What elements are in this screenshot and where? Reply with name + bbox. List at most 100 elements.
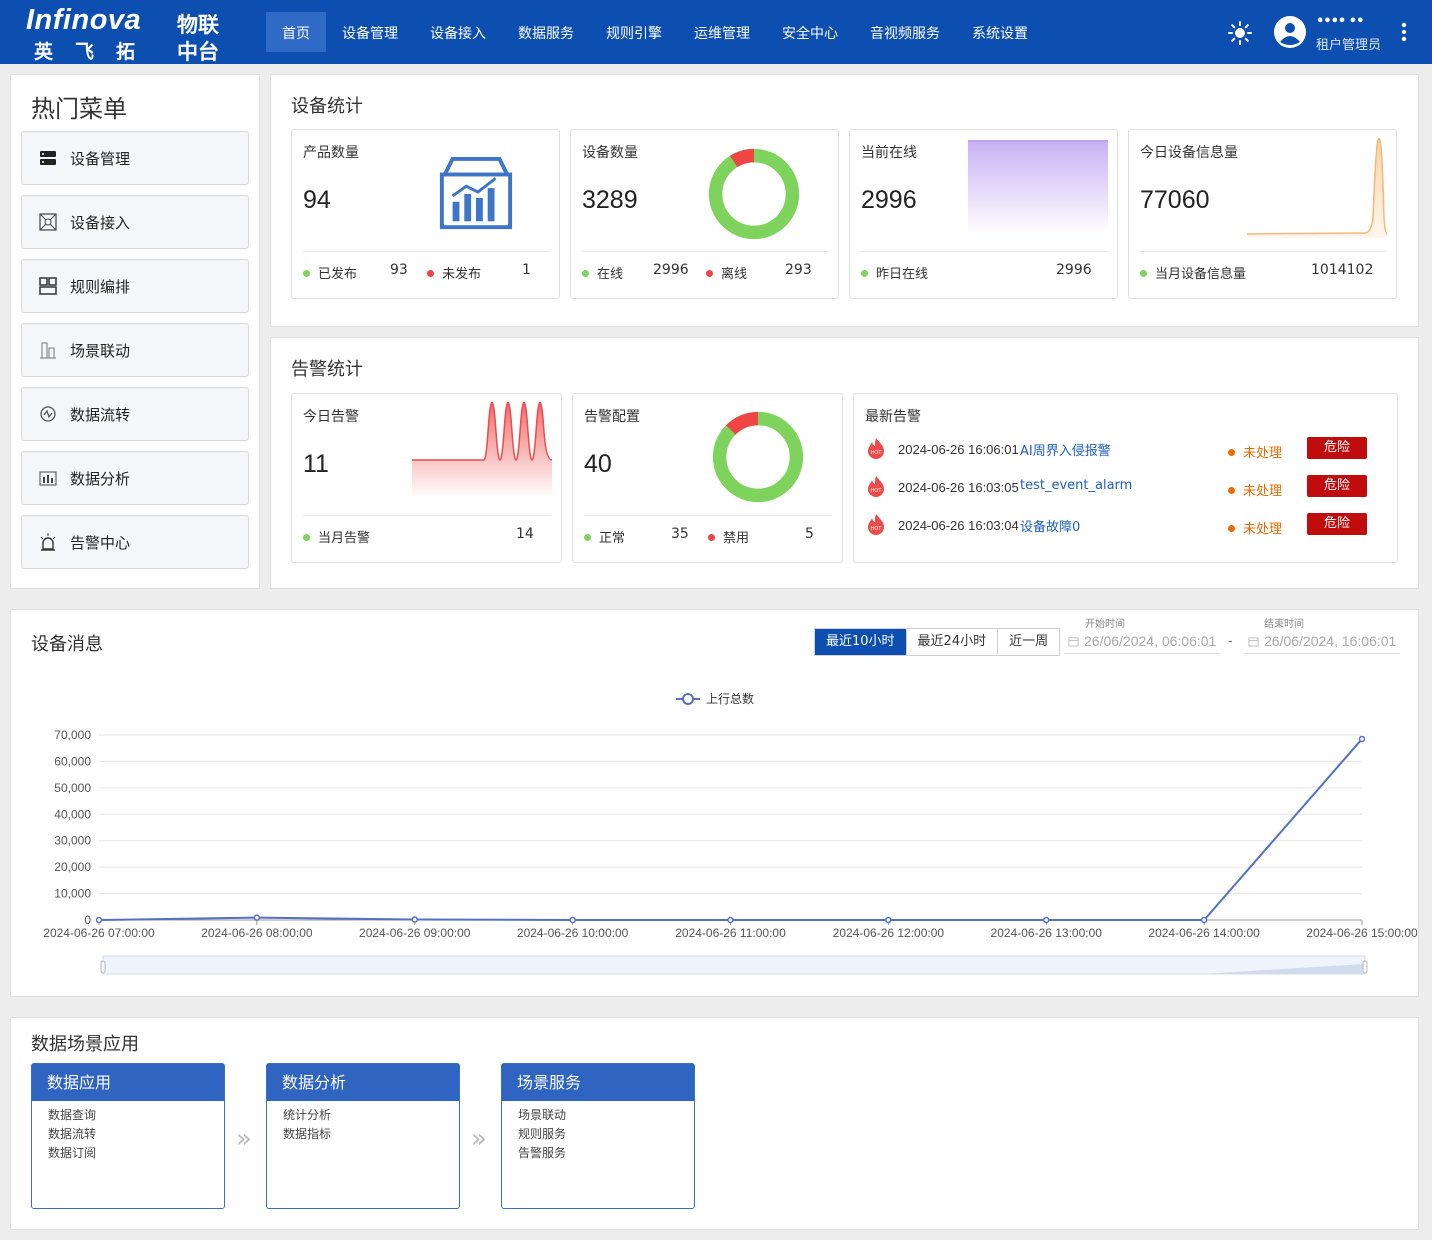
- hot-menu-device-management[interactable]: 设备管理: [21, 131, 249, 185]
- hot-menu-label: 设备接入: [70, 213, 131, 232]
- logo-english: Infinova: [26, 4, 142, 36]
- hot-menu-rule-orchestration[interactable]: 规则编排: [21, 259, 249, 313]
- series-line: [98, 738, 1363, 921]
- alarm-level-badge: 危险: [1307, 475, 1367, 497]
- alarm-row[interactable]: HOT 2024-06-26 16:03:05 test_event_alarm…: [866, 475, 1376, 499]
- card-value: 94: [303, 186, 331, 214]
- more-vertical-icon[interactable]: [1396, 20, 1412, 44]
- card-label: 告警配置: [584, 409, 640, 425]
- user-avatar-icon[interactable]: [1274, 16, 1306, 48]
- x-tick-label: 2024-06-26 15:00:00: [1306, 926, 1418, 940]
- alarm-status-label: 未处理: [1243, 484, 1283, 499]
- alarm-light-icon: [40, 533, 56, 551]
- scene-item[interactable]: 告警服务: [518, 1144, 694, 1163]
- device-messages-title: 设备消息: [31, 634, 103, 655]
- theme-sun-icon[interactable]: [1228, 21, 1252, 45]
- user-name[interactable]: •••• ••: [1316, 14, 1364, 29]
- disabled-label: 禁用: [723, 531, 750, 546]
- hot-menu-alarm-center[interactable]: 告警中心: [21, 515, 249, 569]
- scene-item[interactable]: 数据订阅: [48, 1144, 224, 1163]
- x-tick-label: 2024-06-26 07:00:00: [43, 926, 155, 940]
- nav-audio-video[interactable]: 音视频服务: [854, 12, 956, 52]
- scene-card-data-analysis[interactable]: 数据分析 统计分析 数据指标: [266, 1063, 460, 1209]
- card-divider: [1140, 251, 1386, 252]
- user-role: 租户管理员: [1316, 38, 1382, 53]
- published-label: 已发布: [318, 267, 358, 282]
- legend-label[interactable]: 上行总数: [706, 691, 754, 706]
- range-10h-button[interactable]: 最近10小时: [815, 629, 906, 655]
- hot-menu-label: 数据分析: [70, 469, 131, 488]
- scene-card-scene-service[interactable]: 场景服务 场景联动 规则服务 告警服务: [501, 1063, 695, 1209]
- scene-item[interactable]: 数据指标: [283, 1125, 459, 1144]
- range-24h-button[interactable]: 最近24小时: [905, 629, 998, 655]
- current-online-card: 当前在线 2996 昨日在线 2996: [849, 129, 1118, 299]
- alarm-time: 2024-06-26 16:03:05: [898, 480, 1019, 495]
- hot-menu-data-flow[interactable]: 数据流转: [21, 387, 249, 441]
- nav-home[interactable]: 首页: [266, 12, 326, 52]
- nav-operations[interactable]: 运维管理: [678, 12, 766, 52]
- scene-item[interactable]: 场景联动: [518, 1106, 694, 1125]
- card-value: 40: [584, 450, 612, 478]
- scene-item[interactable]: 规则服务: [518, 1125, 694, 1144]
- hot-menu-scene-linkage[interactable]: 场景联动: [21, 323, 249, 377]
- scene-card-data-application[interactable]: 数据应用 数据查询 数据流转 数据订阅: [31, 1063, 225, 1209]
- data-point[interactable]: [727, 916, 734, 924]
- month-messages-label: 当月设备信息量: [1155, 267, 1247, 282]
- unpublished-count: 1: [522, 262, 531, 278]
- data-point[interactable]: [253, 914, 261, 921]
- x-tick-label: 2024-06-26 09:00:00: [359, 926, 471, 940]
- alarm-row[interactable]: HOT 2024-06-26 16:03:04 设备故障0 未处理 危险: [866, 513, 1376, 537]
- scene-card-title: 场景服务: [502, 1064, 694, 1101]
- card-divider: [582, 251, 828, 252]
- published-stat: 已发布: [303, 263, 357, 282]
- scene-item[interactable]: 统计分析: [283, 1106, 459, 1125]
- y-tick-label: 10,000: [54, 887, 91, 901]
- data-zoom-slider[interactable]: [102, 955, 1366, 975]
- today-alarms-wave-chart: [412, 402, 552, 498]
- alarm-name-link[interactable]: 设备故障0: [1020, 516, 1080, 535]
- scene-item[interactable]: 数据查询: [48, 1106, 224, 1125]
- alarm-name-link[interactable]: test_event_alarm: [1020, 478, 1132, 493]
- data-point[interactable]: [95, 916, 103, 924]
- data-zoom-right-handle[interactable]: [1362, 960, 1368, 974]
- data-point[interactable]: [569, 916, 576, 924]
- data-point[interactable]: [411, 916, 418, 923]
- start-time-input[interactable]: 26/06/2024, 06:06:01: [1064, 633, 1220, 654]
- alarm-row[interactable]: HOT 2024-06-26 16:06:01 AI周界入侵报警 未处理 危险: [866, 437, 1376, 461]
- hot-menu-label: 场景联动: [70, 341, 131, 360]
- disabled-stat: 禁用: [708, 527, 749, 546]
- alarm-stats-panel: 告警统计 今日告警 11 当月告警 14 告警配置 40 正常 35 禁用 5 …: [270, 337, 1419, 589]
- alarm-status-label: 未处理: [1243, 446, 1283, 461]
- hot-menu-device-access[interactable]: 设备接入: [21, 195, 249, 249]
- network-icon: [39, 213, 57, 231]
- nav-device-access[interactable]: 设备接入: [414, 12, 502, 52]
- range-week-button[interactable]: 近一周: [997, 629, 1059, 655]
- data-point[interactable]: [1043, 916, 1050, 924]
- data-point[interactable]: [885, 916, 892, 924]
- data-point[interactable]: [1358, 735, 1366, 743]
- unpublished-label: 未发布: [442, 267, 482, 282]
- end-time-input[interactable]: 26/06/2024, 16:06:01: [1244, 633, 1400, 654]
- nav-device-management[interactable]: 设备管理: [326, 12, 414, 52]
- card-divider: [861, 251, 1107, 252]
- nav-security[interactable]: 安全中心: [766, 12, 854, 52]
- double-chevron-icon: »: [471, 1124, 487, 1154]
- offline-label: 离线: [721, 267, 748, 282]
- time-range-selector: 最近10小时 最近24小时 近一周: [814, 628, 1061, 656]
- alarm-name-link[interactable]: AI周界入侵报警: [1020, 440, 1111, 459]
- nav-data-service[interactable]: 数据服务: [502, 12, 590, 52]
- x-tick-label: 2024-06-26 10:00:00: [517, 926, 629, 940]
- online-offline-donut: [708, 148, 800, 240]
- device-stats-panel: 设备统计 产品数量 94 已发布 93 未发布 1 设备数量 3289 在线 2…: [270, 74, 1419, 327]
- top-navigation-bar: Infinova 英飞拓 物联 中台 首页 设备管理 设备接入 数据服务 规则引…: [0, 0, 1432, 64]
- scene-item[interactable]: 数据流转: [48, 1125, 224, 1144]
- hot-menu-label: 规则编排: [70, 277, 131, 296]
- data-zoom-left-handle[interactable]: [100, 960, 106, 974]
- nav-rule-engine[interactable]: 规则引擎: [590, 12, 678, 52]
- nav-system-settings[interactable]: 系统设置: [956, 12, 1044, 52]
- hot-menu-data-analysis[interactable]: 数据分析: [21, 451, 249, 505]
- offline-stat: 离线: [706, 263, 747, 282]
- fire-hot-icon: HOT: [868, 514, 884, 535]
- data-point[interactable]: [1200, 916, 1208, 924]
- logo[interactable]: Infinova 英飞拓 物联 中台: [24, 4, 234, 64]
